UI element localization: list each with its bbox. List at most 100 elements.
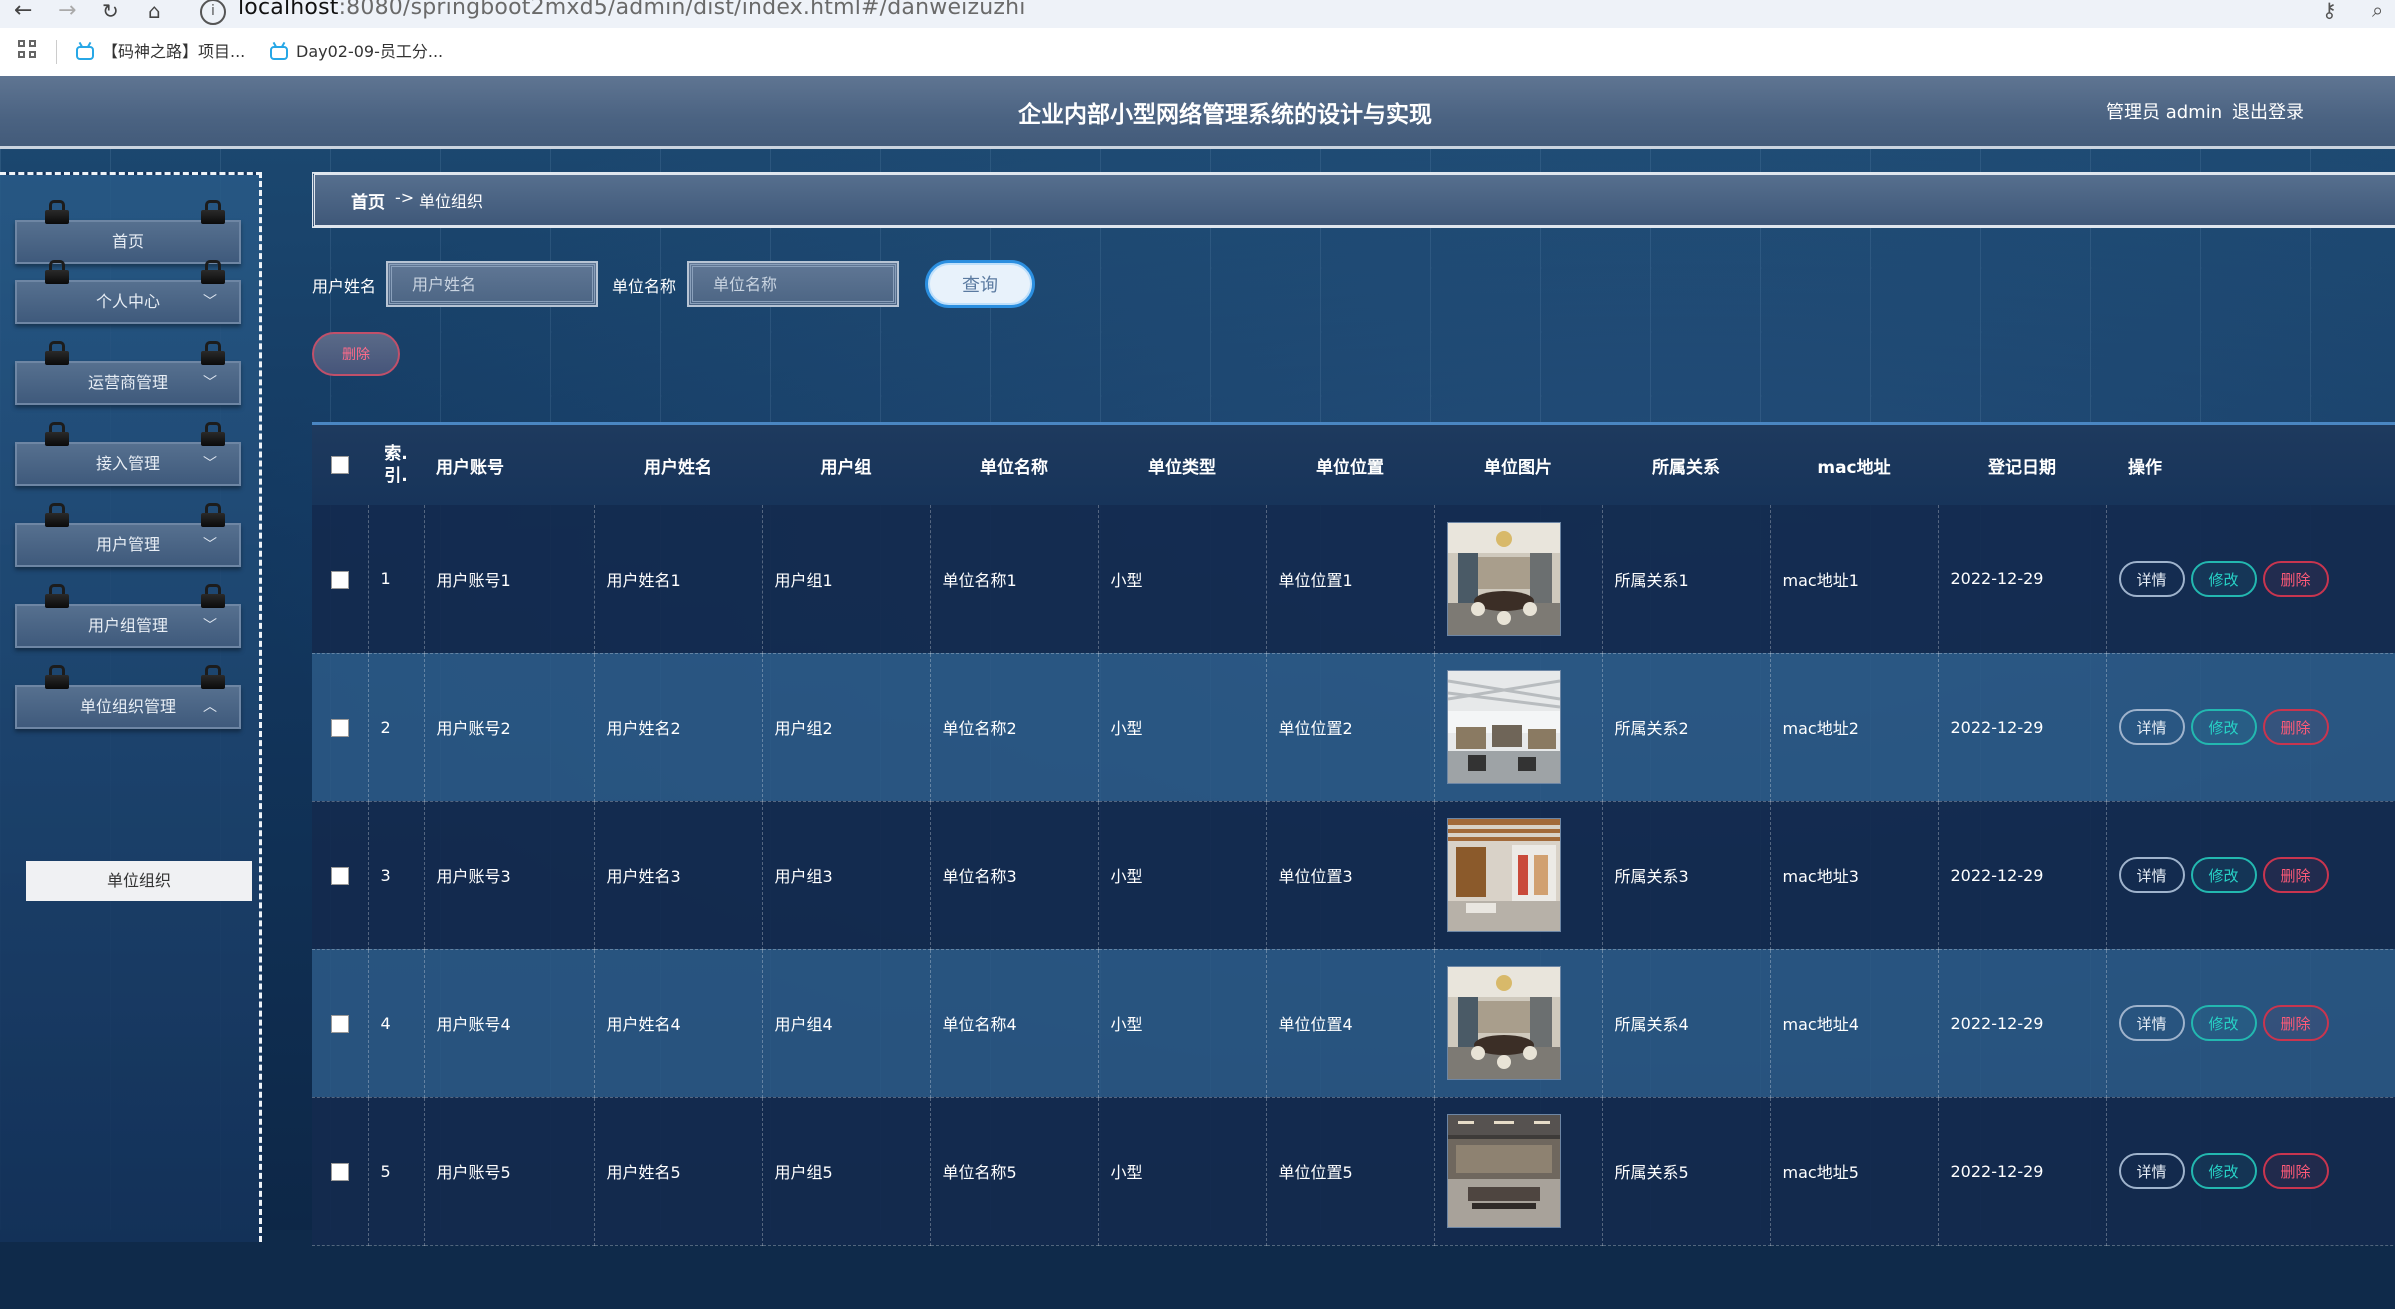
sidebar-item-user-management[interactable]: 用户管理 ﹀ (15, 503, 241, 567)
data-table: 索. 引. 用户账号 用户姓名 用户组 单位名称 单位类型 单位位置 单位图片 所… (312, 422, 2395, 1309)
table-row: 5 用户账号5 用户姓名5 用户组5 单位名称5 小型 单位位置5 所属关系5 mac地址5 20… (312, 1097, 2395, 1246)
cell-index: 1 (368, 505, 425, 654)
bookmark-item-2[interactable]: Day02-09-员工分... (270, 38, 443, 66)
row-checkbox[interactable] (330, 1162, 349, 1181)
cell-unit-name: 单位名称2 (930, 653, 1099, 802)
site-info-icon[interactable]: i (200, 0, 226, 25)
delete-button[interactable]: 删除 (2262, 560, 2329, 597)
cell-account: 用户账号1 (424, 505, 595, 654)
detail-button[interactable]: 详情 (2118, 1153, 2185, 1189)
cell-group: 用户组5 (762, 1097, 931, 1246)
index-header-line: 索. (384, 444, 408, 464)
cell-group: 用户组3 (762, 801, 931, 950)
edit-button[interactable]: 修改 (2190, 1153, 2257, 1189)
unit-image[interactable] (1446, 818, 1561, 932)
reload-icon[interactable]: ↻ (102, 0, 119, 22)
cell-mac: mac地址4 (1770, 949, 1939, 1098)
detail-button[interactable]: 详情 (2118, 857, 2185, 893)
detail-button[interactable]: 详情 (2118, 1005, 2185, 1041)
sidebar-item-access-management[interactable]: 接入管理 ﹀ (15, 422, 241, 486)
app-title: 企业内部小型网络管理系统的设计与实现 (1018, 102, 1432, 128)
bilibili-icon (270, 45, 288, 60)
cell-mac: mac地址1 (1770, 505, 1939, 654)
row-select-cell (312, 801, 369, 950)
url-path: :8080/springboot2mxd5/admin/dist/index.h… (338, 0, 1026, 20)
delete-button[interactable]: 删除 (2262, 1005, 2329, 1041)
bookmarks-bar: 【码神之路】项目... Day02-09-员工分... (0, 28, 2395, 77)
cell-location: 单位位置1 (1266, 505, 1435, 654)
cell-image (1434, 505, 1603, 654)
chevron-up-icon: ︿ (203, 699, 217, 715)
delete-button[interactable]: 删除 (2262, 857, 2329, 893)
zoom-search-icon[interactable]: ⌕ (2372, 0, 2383, 22)
edit-button[interactable]: 修改 (2190, 560, 2257, 597)
unit-image[interactable] (1446, 1114, 1561, 1228)
query-button[interactable]: 查询 (925, 260, 1035, 308)
batch-delete-button[interactable]: 删除 (312, 332, 400, 376)
bookmark-item-1[interactable]: 【码神之路】项目... (76, 38, 245, 66)
cell-relation: 所属关系2 (1602, 653, 1771, 802)
edit-button[interactable]: 修改 (2190, 709, 2257, 745)
unit-image[interactable] (1446, 966, 1561, 1080)
cell-date: 2022-12-29 (1938, 949, 2107, 1098)
cell-relation: 所属关系1 (1602, 505, 1771, 654)
cell-relation: 所属关系4 (1602, 949, 1771, 1098)
address-bar[interactable]: localhost:8080/springboot2mxd5/admin/dis… (238, 0, 1026, 20)
table-row: 4 用户账号4 用户姓名4 用户组4 单位名称4 小型 单位位置4 所属关系4 mac地址4 20… (312, 949, 2395, 1098)
sidebar-item-unit-org-management[interactable]: 单位组织管理 ︿ (15, 665, 241, 729)
cell-unit-name: 单位名称3 (930, 801, 1099, 950)
password-key-icon[interactable]: ⚷ (2322, 0, 2337, 22)
cell-account: 用户账号5 (424, 1097, 595, 1246)
column-header-unit-type: 单位类型 (1148, 457, 1216, 478)
home-icon[interactable]: ⌂ (148, 0, 161, 22)
row-checkbox[interactable] (330, 866, 349, 885)
cell-name: 用户姓名4 (594, 949, 763, 1098)
column-header-account: 用户账号 (436, 457, 504, 478)
unit-image[interactable] (1446, 521, 1561, 636)
detail-button[interactable]: 详情 (2118, 560, 2185, 597)
row-checkbox[interactable] (330, 718, 349, 737)
unit-name-label: 单位名称 (612, 277, 677, 296)
edit-button[interactable]: 修改 (2190, 1005, 2257, 1041)
cell-image (1434, 653, 1603, 802)
apps-grid-icon[interactable] (18, 40, 38, 60)
detail-button[interactable]: 详情 (2118, 709, 2185, 745)
sidebar-item-personal-center[interactable]: 个人中心 ﹀ (15, 260, 241, 324)
back-arrow-icon[interactable]: ← (14, 0, 32, 22)
submenu-item-unit-org[interactable]: 单位组织 (26, 861, 252, 901)
edit-button[interactable]: 修改 (2190, 857, 2257, 893)
column-header-date: 登记日期 (1988, 457, 2056, 478)
row-checkbox[interactable] (330, 570, 349, 589)
row-select-cell (312, 1097, 369, 1246)
cell-account: 用户账号3 (424, 801, 595, 950)
logout-link[interactable]: 退出登录 (2232, 98, 2304, 124)
breadcrumb-home[interactable]: 首页 (351, 188, 385, 213)
cell-name: 用户姓名1 (594, 505, 763, 654)
table-header-row: 索. 引. 用户账号 用户姓名 用户组 单位名称 单位类型 单位位置 单位图片 所… (312, 425, 2395, 505)
unit-image[interactable] (1446, 670, 1561, 784)
cell-actions: 详情 修改 删除 (2106, 653, 2395, 802)
sidebar-item-home[interactable]: 首页 (15, 200, 241, 264)
cell-index: 3 (368, 801, 425, 950)
sidebar-item-carrier-management[interactable]: 运营商管理 ﹀ (15, 341, 241, 405)
column-header-relation: 所属关系 (1652, 457, 1720, 478)
forward-arrow-icon[interactable]: → (58, 0, 76, 22)
cell-actions: 详情 修改 删除 (2106, 1097, 2395, 1246)
row-checkbox[interactable] (330, 1014, 349, 1033)
chevron-down-icon: ﹀ (203, 456, 217, 472)
delete-button[interactable]: 删除 (2262, 1153, 2329, 1189)
bookmark-label: Day02-09-员工分... (296, 42, 444, 61)
select-all-checkbox[interactable] (331, 456, 349, 474)
table-body: 1 用户账号1 用户姓名1 用户组1 单位名称1 小型 单位位置1 所属关系1 mac地址1 20… (312, 505, 2395, 1246)
cell-date: 2022-12-29 (1938, 1097, 2107, 1246)
delete-button[interactable]: 删除 (2262, 709, 2329, 745)
cell-unit-type: 小型 (1098, 1097, 1267, 1246)
breadcrumb-separator: -> (395, 188, 415, 207)
cell-mac: mac地址3 (1770, 801, 1939, 950)
user-name-input[interactable] (386, 261, 598, 307)
table-row: 3 用户账号3 用户姓名3 用户组3 单位名称3 小型 单位位置3 所属关系3 mac地址3 20… (312, 801, 2395, 950)
row-select-cell (312, 505, 369, 654)
unit-name-input[interactable] (687, 261, 899, 307)
cell-index: 4 (368, 949, 425, 1098)
sidebar-item-user-group-management[interactable]: 用户组管理 ﹀ (15, 584, 241, 648)
